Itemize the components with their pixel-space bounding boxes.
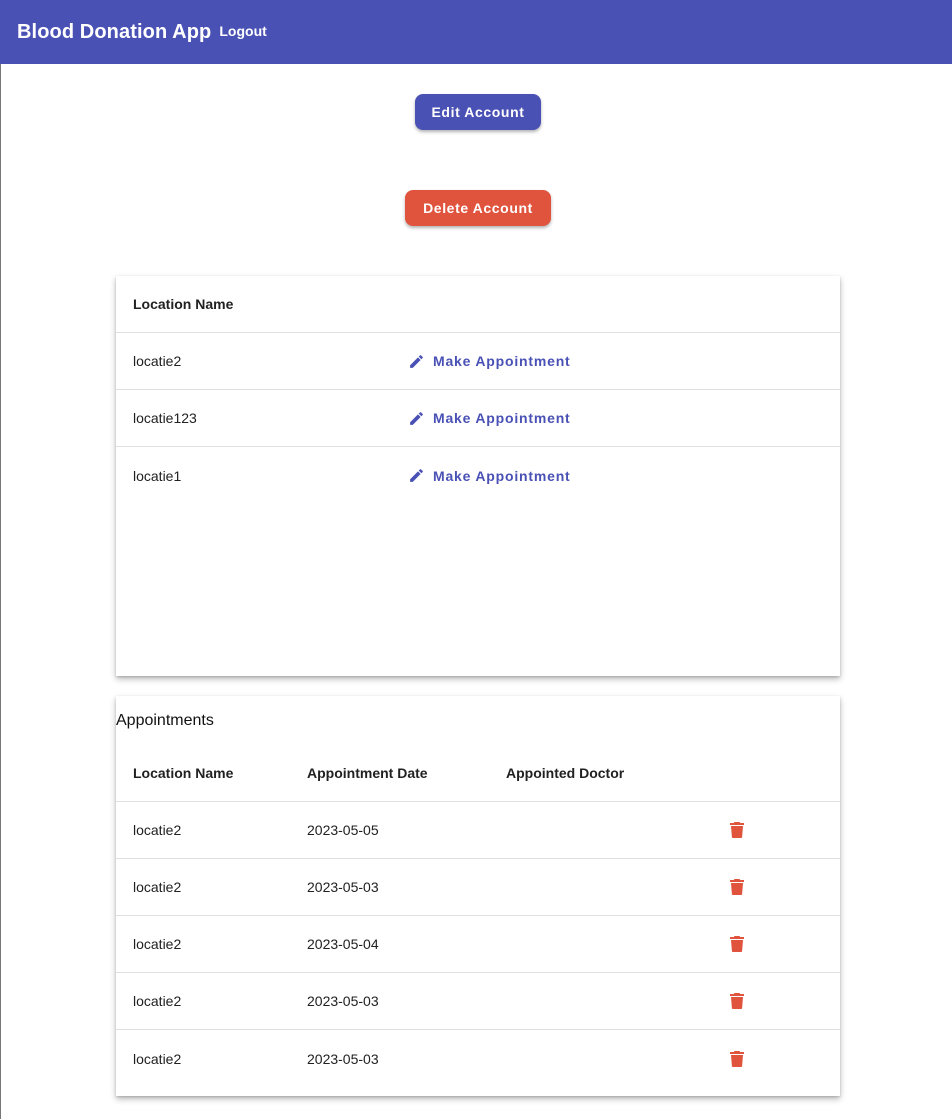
location-name: locatie123 [133,410,197,426]
appointment-date: 2023-05-05 [307,822,379,838]
appointment-date: 2023-05-03 [307,993,379,1009]
appointments-header-row: Location Name Appointment Date Appointed… [116,745,840,802]
make-appointment-label: Make Appointment [433,410,571,426]
appointment-location: locatie2 [133,993,182,1009]
appointed-doctor-header: Appointed Doctor [506,765,625,781]
locations-table: Location Name locatie2 Make Appointment … [116,276,840,676]
appointment-row: locatie2 2023-05-05 [116,802,840,859]
locations-header-row: Location Name [116,276,840,333]
appointment-date: 2023-05-03 [307,879,379,895]
appointments-title: Appointments [116,712,214,729]
location-name-header: Location Name [133,296,234,312]
edit-account-button[interactable]: Edit Account [415,94,541,130]
location-name-header: Location Name [133,765,234,781]
logout-button[interactable]: Logout [219,23,266,39]
delete-appointment-button[interactable] [730,859,744,915]
trash-icon [730,879,744,895]
trash-icon [730,822,744,838]
appointment-location: locatie2 [133,1050,182,1067]
make-appointment-label: Make Appointment [433,353,571,369]
appointment-row: locatie2 2023-05-04 [116,916,840,973]
appointment-location: locatie2 [133,822,182,838]
pencil-icon [410,354,423,368]
appointment-date-header: Appointment Date [307,765,428,781]
app-bar: Blood Donation App Logout [0,0,952,64]
trash-icon [730,936,744,952]
trash-icon [730,993,744,1009]
delete-appointment-button[interactable] [730,973,744,1029]
delete-appointment-button[interactable] [730,916,744,972]
location-name: locatie2 [133,353,182,369]
make-appointment-label: Make Appointment [433,467,571,484]
app-title: Blood Donation App [17,20,212,43]
appointment-row: locatie2 2023-05-03 [116,859,840,916]
make-appointment-button[interactable]: Make Appointment [408,353,571,370]
appointment-row: locatie2 2023-05-03 [116,1030,840,1087]
location-name: locatie1 [133,467,182,484]
appointment-row: locatie2 2023-05-03 [116,973,840,1030]
appointment-date: 2023-05-04 [307,936,379,952]
appointment-location: locatie2 [133,879,182,895]
appointment-date: 2023-05-03 [307,1050,379,1067]
location-row: locatie2 Make Appointment [116,333,840,390]
appointment-location: locatie2 [133,936,182,952]
delete-appointment-button[interactable] [730,802,744,858]
pencil-icon [410,411,423,425]
pencil-icon [410,469,423,482]
appointments-card: Appointments Location Name Appointment D… [116,696,840,1096]
location-row: locatie1 Make Appointment [116,447,840,504]
trash-icon [730,1050,744,1067]
make-appointment-button[interactable]: Make Appointment [408,410,571,427]
delete-account-button[interactable]: Delete Account [405,190,551,226]
location-row: locatie123 Make Appointment [116,390,840,447]
appointments-table: Location Name Appointment Date Appointed… [116,745,840,1087]
make-appointment-button[interactable]: Make Appointment [408,467,571,484]
delete-appointment-button[interactable] [730,1030,744,1087]
